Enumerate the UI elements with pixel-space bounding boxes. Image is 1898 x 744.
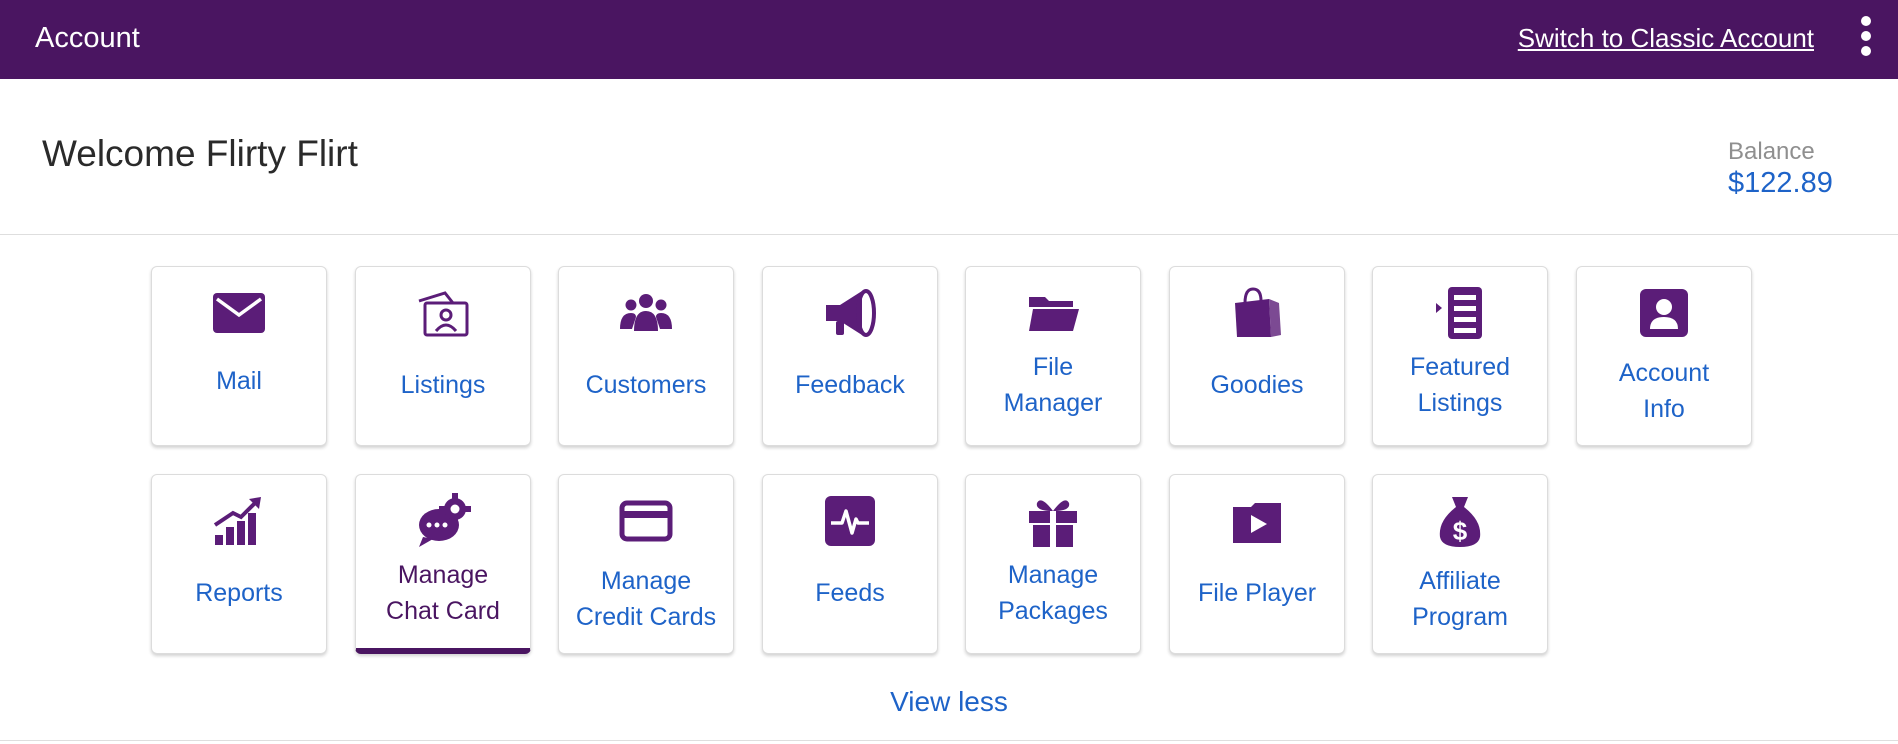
tile-feedback[interactable]: Feedback — [762, 266, 938, 446]
credit-card-icon — [618, 493, 674, 549]
page-title: Account — [35, 22, 140, 54]
tile-label: Chat Card — [386, 597, 500, 625]
svg-text:$: $ — [1453, 516, 1468, 546]
tile-manage-chat-card[interactable]: Manage Chat Card — [355, 474, 531, 654]
tile-label: Account — [1618, 359, 1710, 387]
switch-to-classic-link[interactable]: Switch to Classic Account — [1518, 23, 1814, 54]
tile-label: Manage — [1007, 561, 1099, 589]
tile-goodies[interactable]: Goodies — [1169, 266, 1345, 446]
tile-feeds[interactable]: Feeds — [762, 474, 938, 654]
tile-label: Listings — [400, 371, 486, 399]
tile-customers[interactable]: Customers — [558, 266, 734, 446]
customers-icon — [618, 285, 674, 341]
tile-label: Listings — [1417, 389, 1503, 417]
tile-label: Affiliate — [1419, 567, 1501, 595]
tile-label: Manage — [397, 561, 489, 589]
pulse-icon — [822, 493, 878, 549]
divider — [0, 234, 1898, 235]
folder-icon — [1025, 285, 1081, 341]
tile-label: Mail — [216, 367, 262, 395]
tile-manage-credit-cards[interactable]: Manage Credit Cards — [558, 474, 734, 654]
tile-label: Program — [1412, 603, 1508, 631]
mail-icon — [211, 285, 267, 341]
account-box-icon — [1636, 285, 1692, 341]
tile-manage-packages[interactable]: Manage Packages — [965, 474, 1141, 654]
megaphone-icon — [822, 285, 878, 341]
tile-label: Manage — [600, 567, 692, 595]
tile-label: Featured — [1409, 353, 1511, 381]
listings-icon — [415, 285, 471, 341]
featured-list-icon — [1432, 285, 1488, 341]
tile-label: Credit Cards — [575, 603, 717, 631]
divider — [0, 740, 1898, 741]
tile-label: File Player — [1197, 579, 1317, 607]
tile-featured-listings[interactable]: Featured Listings — [1372, 266, 1548, 446]
chat-gear-icon — [415, 493, 471, 549]
tile-label: Customers — [585, 371, 707, 399]
tile-label: Feeds — [815, 579, 885, 607]
video-folder-icon — [1229, 493, 1285, 549]
tile-reports[interactable]: Reports — [151, 474, 327, 654]
tile-file-manager[interactable]: File Manager — [965, 266, 1141, 446]
tile-file-player[interactable]: File Player — [1169, 474, 1345, 654]
bar-chart-up-icon — [211, 493, 267, 549]
view-less-link[interactable]: View less — [0, 686, 1898, 718]
more-vertical-icon[interactable] — [1856, 16, 1876, 56]
welcome-message: Welcome Flirty Flirt — [42, 133, 358, 174]
tile-label: File — [1032, 353, 1074, 381]
shopping-bag-icon — [1229, 285, 1285, 341]
tile-account-info[interactable]: Account Info — [1576, 266, 1752, 446]
app-header: Account Switch to Classic Account — [0, 0, 1898, 79]
tile-label: Manager — [1003, 389, 1103, 417]
tile-affiliate-program[interactable]: $ Affiliate Program — [1372, 474, 1548, 654]
money-bag-icon: $ — [1432, 493, 1488, 549]
tile-label: Goodies — [1210, 371, 1304, 399]
tile-label: Feedback — [795, 371, 905, 399]
tile-listings[interactable]: Listings — [355, 266, 531, 446]
tile-label: Packages — [998, 597, 1108, 625]
balance-label: Balance — [1728, 138, 1815, 165]
balance-value: $122.89 — [1728, 167, 1833, 199]
account-menu-grid: Mail Listings Customers Feedback File Ma… — [0, 0, 1898, 744]
tile-mail[interactable]: Mail — [151, 266, 327, 446]
tile-label: Info — [1643, 395, 1685, 423]
tile-label: Reports — [195, 579, 283, 607]
gift-icon — [1025, 493, 1081, 549]
